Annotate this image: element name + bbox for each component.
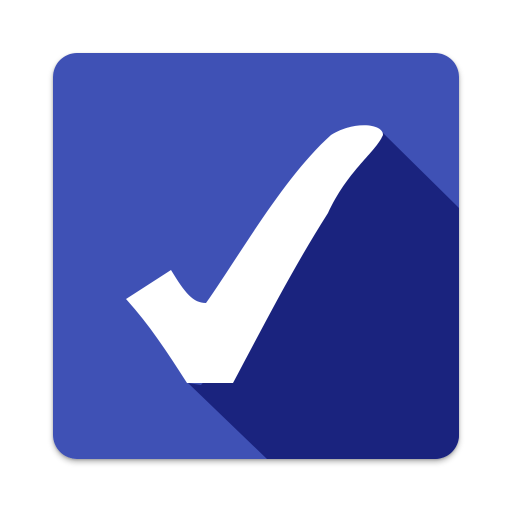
icon-canvas — [0, 0, 512, 512]
app-icon-tile[interactable] — [53, 53, 459, 459]
checkmark-icon — [53, 53, 459, 459]
